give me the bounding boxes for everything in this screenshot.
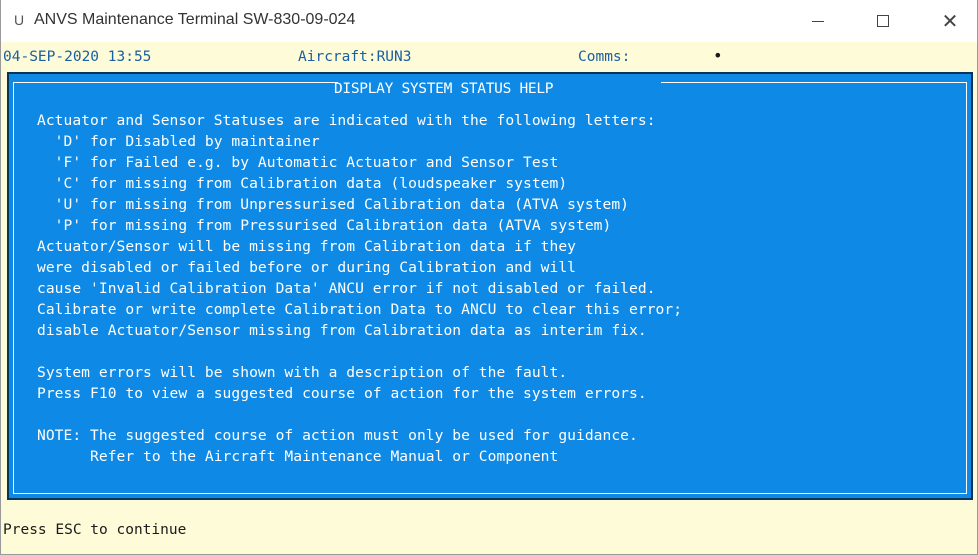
help-line: Press F10 to view a suggested course of …	[37, 385, 647, 402]
comms-indicator-icon: •	[713, 46, 723, 65]
help-line: were disabled or failed before or during…	[37, 259, 577, 276]
maximize-icon	[877, 15, 889, 27]
comms-label: Comms:	[578, 49, 631, 65]
title-rule-left	[13, 82, 338, 83]
app-icon: U	[14, 12, 25, 28]
bottom-strip	[1, 500, 977, 514]
help-line: cause 'Invalid Calibration Data' ANCU er…	[37, 280, 656, 297]
help-line: disable Actuator/Sensor missing from Cal…	[37, 322, 647, 339]
help-line: 'P' for missing from Pressurised Calibra…	[37, 217, 612, 234]
help-line: 'F' for Failed e.g. by Automatic Actuato…	[37, 154, 559, 171]
title-rule-right	[661, 82, 967, 83]
title-bar[interactable]: U ANVS Maintenance Terminal SW-830-09-02…	[1, 0, 977, 42]
help-line: Refer to the Aircraft Maintenance Manual…	[37, 448, 559, 465]
close-button[interactable]: ✕	[928, 0, 972, 42]
panel-title-row: DISPLAY SYSTEM STATUS HELP	[13, 81, 967, 97]
minimize-icon	[812, 20, 824, 22]
help-line: System errors will be shown with a descr…	[37, 364, 568, 381]
terminal-window: U ANVS Maintenance Terminal SW-830-09-02…	[0, 0, 978, 555]
aircraft-label: Aircraft:RUN3	[298, 49, 412, 65]
date-time: 04-SEP-2020 13:55	[3, 49, 152, 65]
help-line: Actuator/Sensor will be missing from Cal…	[37, 238, 577, 255]
panel-title: DISPLAY SYSTEM STATUS HELP	[334, 81, 554, 97]
window-title: ANVS Maintenance Terminal SW-830-09-024	[34, 11, 356, 28]
status-bar: 04-SEP-2020 13:55 Aircraft:RUN3 Comms: •	[1, 42, 977, 72]
minimize-button[interactable]	[796, 0, 840, 42]
continue-prompt: Press ESC to continue	[3, 522, 187, 538]
help-panel: DISPLAY SYSTEM STATUS HELP Actuator and …	[7, 72, 973, 500]
help-line: 'D' for Disabled by maintainer	[37, 133, 320, 150]
help-line: 'U' for missing from Unpressurised Calib…	[37, 196, 630, 213]
help-line: Calibrate or write complete Calibration …	[37, 301, 683, 318]
help-line: NOTE: The suggested course of action mus…	[37, 427, 638, 444]
help-line: 'C' for missing from Calibration data (l…	[37, 175, 568, 192]
maximize-button[interactable]	[861, 0, 905, 42]
help-line: Actuator and Sensor Statuses are indicat…	[37, 112, 656, 129]
close-icon: ✕	[941, 9, 959, 33]
